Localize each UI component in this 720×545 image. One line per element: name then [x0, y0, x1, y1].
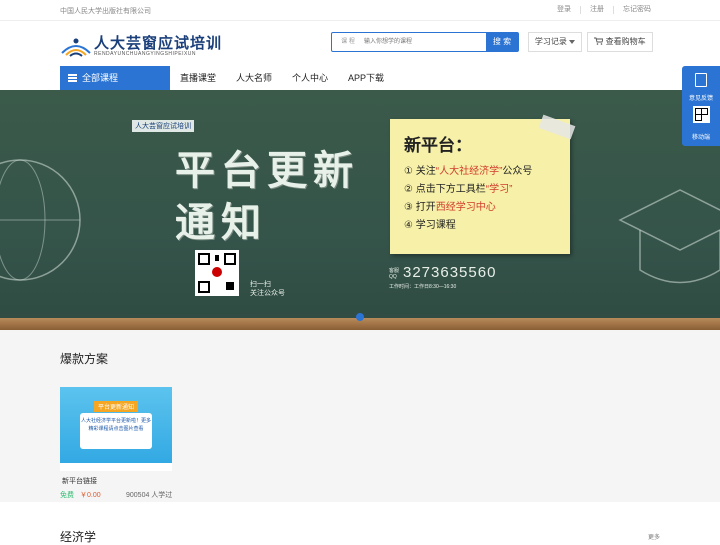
- course-name[interactable]: 新平台链接: [62, 476, 97, 486]
- register-link[interactable]: 注册: [580, 6, 613, 14]
- work-time: 工作时间：工作日8:30—16:30: [389, 284, 457, 290]
- course-price: ￥0.00: [80, 492, 101, 499]
- thumb-header: 平台更新通知: [94, 401, 139, 412]
- top-links: 登录 注册 忘记密码: [548, 6, 660, 14]
- study-record-label: 学习记录: [534, 37, 567, 46]
- hotline-number: 3273635560: [403, 264, 497, 281]
- logo-pinyin: RENDAYUNCHUANGYINGSHIPEIXUN: [94, 51, 197, 57]
- thumb-footer: [60, 463, 172, 471]
- banner-headline-2: 通知: [175, 201, 267, 245]
- side-float-panel: 意见反馈 移动端: [682, 66, 720, 146]
- mortarboard-drawing-icon: [618, 189, 720, 284]
- banner-mini-logo: 人大芸窗应试培训: [132, 120, 194, 132]
- notice-sticky-note: 新平台： ① 关注“人大社经济学”公众号 ② 点击下方工具栏“学习” ③ 打开西…: [390, 119, 570, 254]
- nav-item-live[interactable]: 直播课堂: [180, 66, 216, 90]
- banner-headline-1: 平台更新: [175, 149, 359, 193]
- hot-section-title: 爆款方案: [60, 352, 109, 366]
- main-nav: 全部课程 直播课堂 人大名师 个人中心 APP下载: [0, 66, 720, 91]
- cart-button[interactable]: 查看购物车: [587, 32, 653, 52]
- study-record-button[interactable]: 学习记录: [528, 32, 582, 52]
- qr-caption-scan: 扫一扫: [250, 281, 271, 288]
- nav-item-app-download[interactable]: APP下载: [348, 66, 384, 90]
- mobile-label[interactable]: 移动端: [682, 132, 720, 141]
- logo-mark-icon: [61, 38, 91, 57]
- hotline-label: 客服QQ: [389, 268, 400, 280]
- mobile-qr-icon[interactable]: [693, 106, 710, 123]
- login-link[interactable]: 登录: [548, 6, 580, 14]
- note-line-2: ② 点击下方工具栏“学习”: [404, 184, 513, 195]
- all-courses-button[interactable]: 全部课程: [60, 66, 170, 90]
- menu-icon: [68, 74, 77, 82]
- top-bar: 中国人民大学出版社有限公司 登录 注册 忘记密码: [0, 0, 720, 21]
- nav-item-teachers[interactable]: 人大名师: [236, 66, 272, 90]
- note-line-4: ④ 学习课程: [404, 220, 456, 231]
- wechat-qr-code: [195, 250, 239, 296]
- free-badge: 免费: [60, 492, 74, 499]
- search-input[interactable]: [364, 33, 486, 51]
- econ-section-title: 经济学: [60, 530, 97, 544]
- note-title: 新平台：: [404, 136, 472, 155]
- nav-item-personal-center[interactable]: 个人中心: [292, 66, 328, 90]
- nav-items: 直播课堂 人大名师 个人中心 APP下载: [180, 66, 384, 90]
- hero-banner[interactable]: 人大芸窗应试培训 平台更新 通知 扫一扫 关注公众号 新平台： ① 关注“人大社…: [0, 90, 720, 330]
- publisher-name: 中国人民大学出版社有限公司: [60, 8, 151, 15]
- search-category[interactable]: 课 程: [332, 33, 364, 51]
- forgot-password-link[interactable]: 忘记密码: [613, 6, 660, 14]
- feedback-icon[interactable]: [695, 73, 707, 87]
- search-button[interactable]: 搜 索: [486, 33, 518, 51]
- globe-drawing-icon: [0, 159, 81, 281]
- all-courses-label: 全部课程: [82, 73, 119, 83]
- course-card-thumbnail[interactable]: 平台更新通知 人大社经济学平台更新啦！更多精彩课程请点击图片查看: [60, 387, 172, 471]
- thumb-text: 人大社经济学平台更新啦！更多精彩课程请点击图片查看: [80, 413, 152, 449]
- cart-label: 查看购物车: [605, 37, 646, 46]
- qr-caption: 扫一扫 关注公众号: [250, 280, 285, 298]
- feedback-label[interactable]: 意见反馈: [682, 93, 720, 102]
- note-line-3: ③ 打开西经学习中心: [404, 202, 496, 213]
- learner-count: 900504 人学过: [126, 492, 173, 499]
- hot-section: 爆款方案 平台更新通知 人大社经济学平台更新啦！更多精彩课程请点击图片查看 新平…: [0, 330, 720, 502]
- site-logo[interactable]: 人大芸窗应试培训 RENDAYUNCHUANGYINGSHIPEIXUN: [60, 31, 221, 61]
- chevron-down-icon: [569, 40, 576, 44]
- header: 人大芸窗应试培训 RENDAYUNCHUANGYINGSHIPEIXUN 课 程…: [0, 21, 720, 66]
- search-bar: 课 程 搜 索: [331, 32, 519, 52]
- note-line-1: ① 关注“人大社经济学”公众号: [404, 166, 533, 177]
- logo-title: 人大芸窗应试培训: [94, 35, 223, 52]
- cart-icon: [594, 37, 604, 45]
- carousel-dot-active[interactable]: [356, 313, 364, 321]
- qr-caption-follow: 关注公众号: [250, 290, 285, 297]
